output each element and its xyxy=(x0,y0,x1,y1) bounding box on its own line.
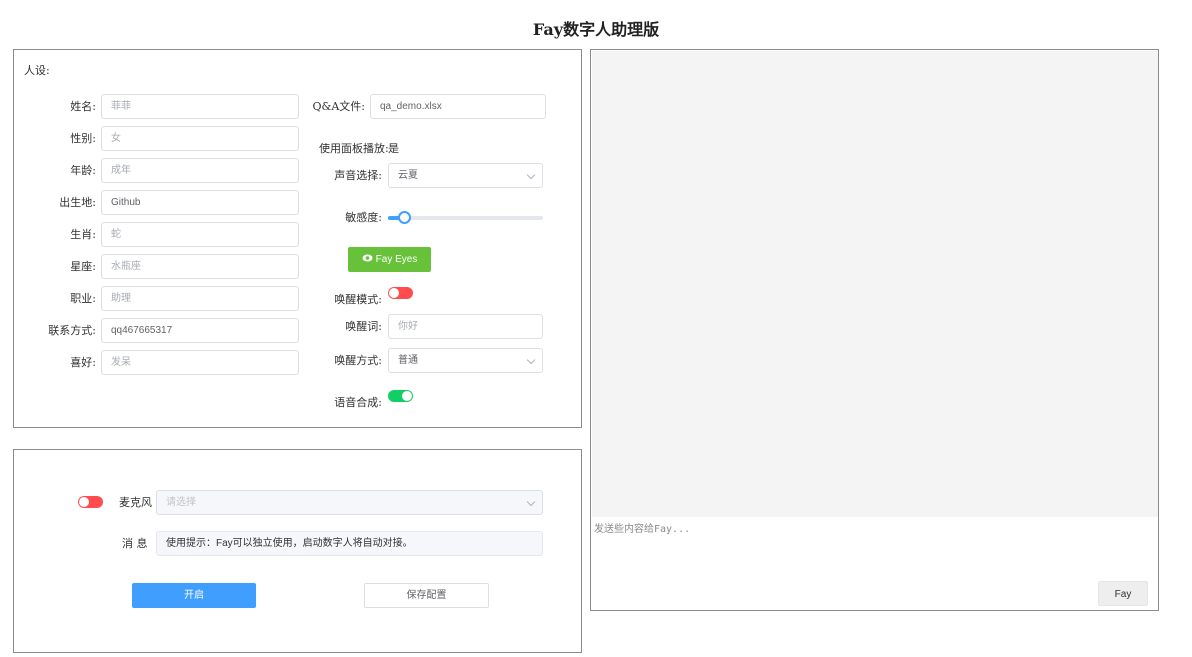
sensitivity-slider[interactable] xyxy=(388,211,543,224)
field-label-age: 年龄: xyxy=(70,164,96,177)
voice-select[interactable]: 云夏 xyxy=(388,163,543,188)
tts-switch[interactable] xyxy=(388,390,413,402)
job-input[interactable]: 助理 xyxy=(101,286,299,311)
qa-file-label: Q&A文件: xyxy=(312,100,365,113)
sensitivity-slider-handle[interactable] xyxy=(398,211,411,224)
eye-icon xyxy=(362,247,373,272)
field-label-birthplace: 出生地: xyxy=(59,196,96,209)
mic-select-placeholder: 请选择 xyxy=(166,497,196,508)
age-input[interactable]: 成年 xyxy=(101,158,299,183)
send-button[interactable]: Fay xyxy=(1098,581,1148,606)
fay-eyes-label: Fay Eyes xyxy=(375,254,418,266)
name-input[interactable]: 菲菲 xyxy=(101,94,299,119)
field-label-contact: 联系方式: xyxy=(48,324,96,337)
message-label: 消 息 xyxy=(122,537,148,550)
mic-label: 麦克风 xyxy=(119,496,152,509)
switch-knob xyxy=(79,497,89,507)
chat-input[interactable]: 发送些内容给Fay... xyxy=(594,520,690,535)
field-label-constellation: 星座: xyxy=(70,260,96,273)
start-button[interactable]: 开启 xyxy=(132,583,256,608)
persona-panel: 人设: 姓名: 菲菲 性别: 女 年龄: 成年 出生地: Github 生肖: … xyxy=(13,49,582,428)
mic-select[interactable]: 请选择 xyxy=(156,490,543,515)
panel-play-value: 是 xyxy=(388,142,399,155)
wake-mode-label: 唤醒模式: xyxy=(334,293,382,306)
contact-input[interactable]: qq467665317 xyxy=(101,318,299,343)
mic-switch[interactable] xyxy=(78,496,103,508)
control-panel: 麦克风 请选择 消 息 使用提示：Fay可以独立使用，启动数字人将自动对接。 开… xyxy=(13,449,582,653)
wake-method-select[interactable]: 普通 xyxy=(388,348,543,373)
constellation-input[interactable]: 水瓶座 xyxy=(101,254,299,279)
persona-header: 人设: xyxy=(24,64,50,77)
sensitivity-label: 敏感度: xyxy=(345,211,382,224)
field-label-name: 姓名: xyxy=(70,100,96,113)
wake-method-label: 唤醒方式: xyxy=(334,354,382,367)
fay-eyes-button[interactable]: Fay Eyes xyxy=(348,247,431,272)
voice-select-value: 云夏 xyxy=(398,170,418,181)
switch-knob xyxy=(402,391,412,401)
qa-file-input[interactable]: qa_demo.xlsx xyxy=(370,94,546,119)
wake-mode-switch[interactable] xyxy=(388,287,413,299)
voice-label: 声音选择: xyxy=(334,169,382,182)
birthplace-input[interactable]: Github xyxy=(101,190,299,215)
chat-panel: 发送些内容给Fay... Fay xyxy=(590,49,1159,611)
message-box: 使用提示：Fay可以独立使用，启动数字人将自动对接。 xyxy=(156,531,543,556)
panel-play-label: 使用面板播放: xyxy=(319,142,389,155)
wake-method-value: 普通 xyxy=(398,355,418,366)
field-label-hobby: 喜好: xyxy=(70,356,96,369)
gender-input[interactable]: 女 xyxy=(101,126,299,151)
save-config-button[interactable]: 保存配置 xyxy=(364,583,489,608)
zodiac-input[interactable]: 蛇 xyxy=(101,222,299,247)
wake-word-label: 唤醒词: xyxy=(345,320,382,333)
field-label-gender: 性别: xyxy=(70,132,96,145)
chevron-down-icon xyxy=(526,497,536,507)
field-label-job: 职业: xyxy=(70,292,96,305)
chevron-down-icon xyxy=(526,170,536,180)
switch-knob xyxy=(389,288,399,298)
chevron-down-icon xyxy=(526,355,536,365)
hobby-input[interactable]: 发呆 xyxy=(101,350,299,375)
field-label-zodiac: 生肖: xyxy=(70,228,96,241)
wake-word-input[interactable]: 你好 xyxy=(388,314,543,339)
page-title: Fay数字人助理版 xyxy=(532,20,660,39)
chat-messages-area xyxy=(592,51,1158,517)
tts-label: 语音合成: xyxy=(334,396,382,409)
